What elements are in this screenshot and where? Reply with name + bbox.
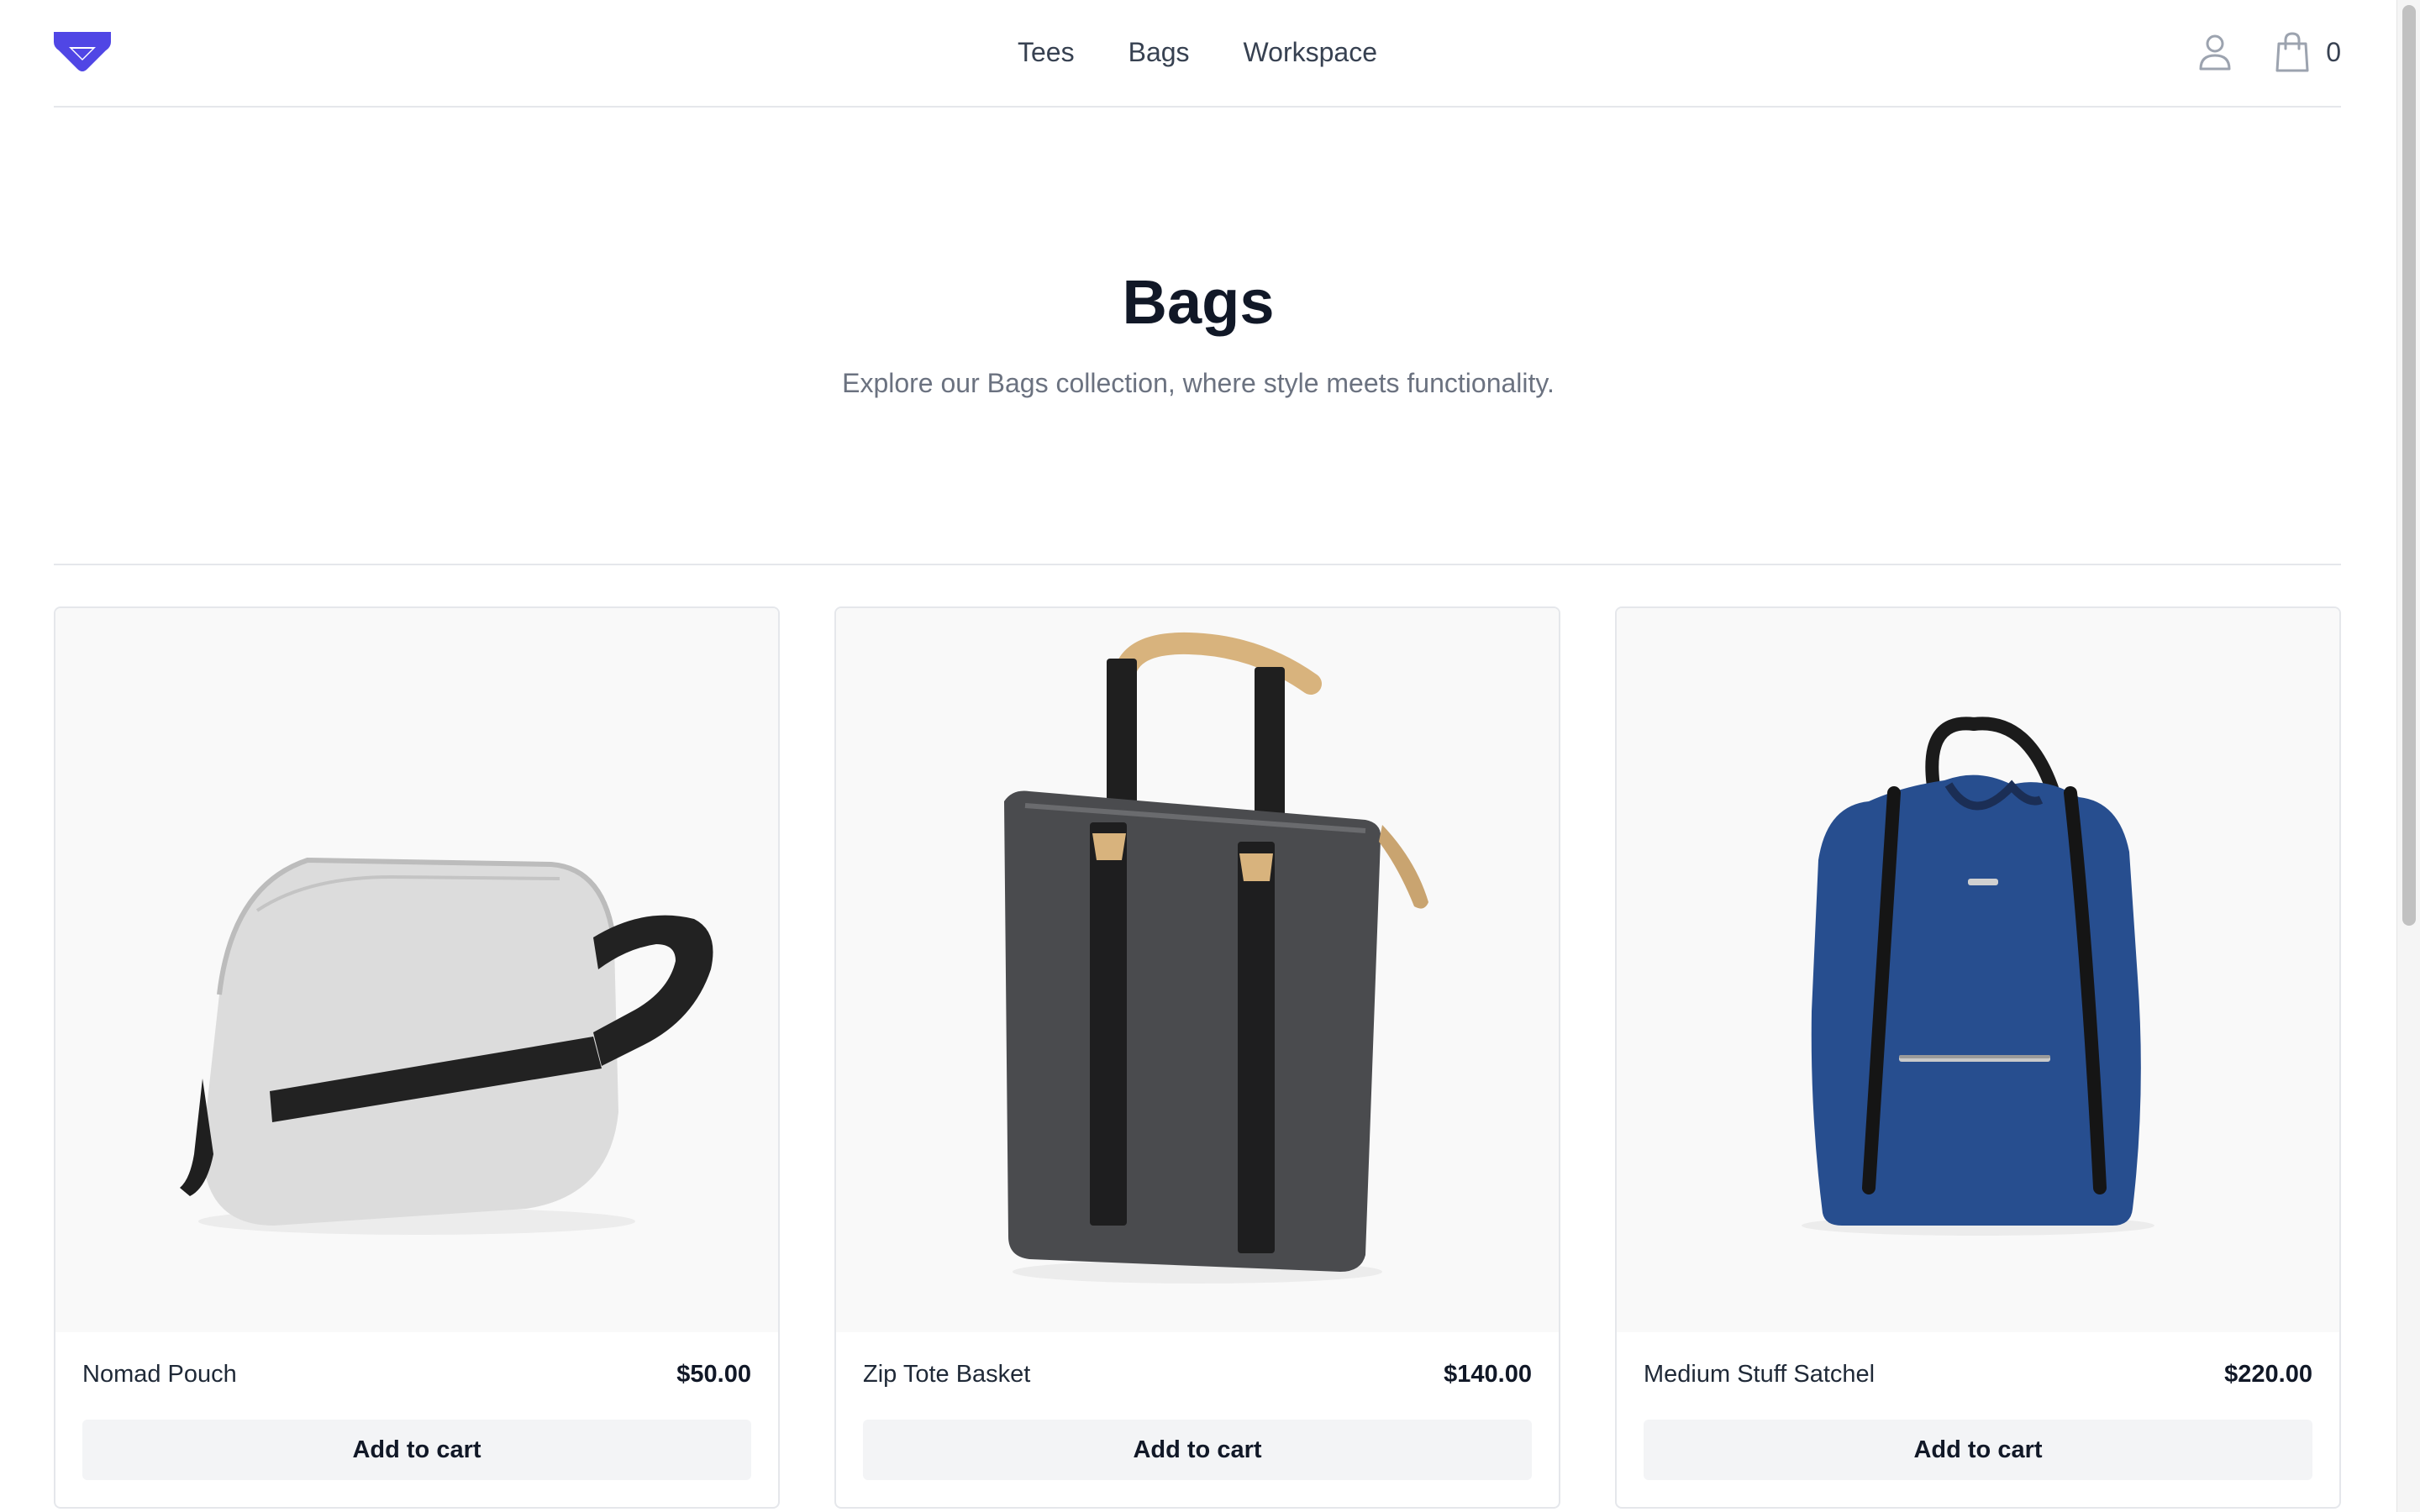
- add-to-cart-button[interactable]: Add to cart: [1644, 1420, 2312, 1480]
- product-price: $140.00: [1444, 1361, 1532, 1388]
- product-image[interactable]: [1617, 608, 2339, 1332]
- product-card[interactable]: Nomad Pouch $50.00 Add to cart: [54, 606, 780, 1509]
- shopping-bag-icon[interactable]: [2274, 32, 2311, 72]
- product-image[interactable]: [55, 608, 778, 1332]
- site-header: Tees Bags Workspace 0: [54, 0, 2341, 108]
- product-card[interactable]: Zip Tote Basket $140.00 Add to cart: [834, 606, 1560, 1509]
- nav-workspace[interactable]: Workspace: [1244, 30, 1377, 74]
- product-card[interactable]: Medium Stuff Satchel $220.00 Add to cart: [1615, 606, 2341, 1509]
- product-name[interactable]: Nomad Pouch: [82, 1356, 237, 1393]
- section-divider: [54, 564, 2341, 565]
- add-to-cart-button[interactable]: Add to cart: [82, 1420, 751, 1480]
- product-price: $220.00: [2224, 1361, 2312, 1388]
- product-name[interactable]: Medium Stuff Satchel: [1644, 1356, 1875, 1393]
- page-subtitle: Explore our Bags collection, where style…: [842, 368, 1555, 398]
- product-name[interactable]: Zip Tote Basket: [863, 1356, 1030, 1393]
- product-image[interactable]: [836, 608, 1559, 1332]
- product-price: $50.00: [676, 1361, 751, 1388]
- product-grid: Nomad Pouch $50.00 Add to cart Zip Tote …: [54, 606, 2341, 1512]
- main-nav: Tees Bags Workspace: [54, 30, 2341, 74]
- backpack-illustration: [1802, 717, 2154, 1236]
- storefront-page: Tees Bags Workspace 0 Bags Explore our B…: [0, 0, 2396, 1512]
- cart-count[interactable]: 0: [2326, 37, 2341, 68]
- scrollbar-thumb[interactable]: [2402, 5, 2416, 926]
- page-title: Bags: [1122, 267, 1275, 337]
- nav-bags[interactable]: Bags: [1128, 30, 1190, 74]
- pouch-illustration: [180, 857, 713, 1235]
- nav-tees[interactable]: Tees: [1018, 30, 1075, 74]
- vertical-scrollbar[interactable]: [2396, 0, 2420, 1512]
- user-icon[interactable]: [2196, 32, 2233, 72]
- tote-illustration: [1004, 632, 1428, 1284]
- header-actions: 0: [2196, 29, 2341, 76]
- add-to-cart-button[interactable]: Add to cart: [863, 1420, 1532, 1480]
